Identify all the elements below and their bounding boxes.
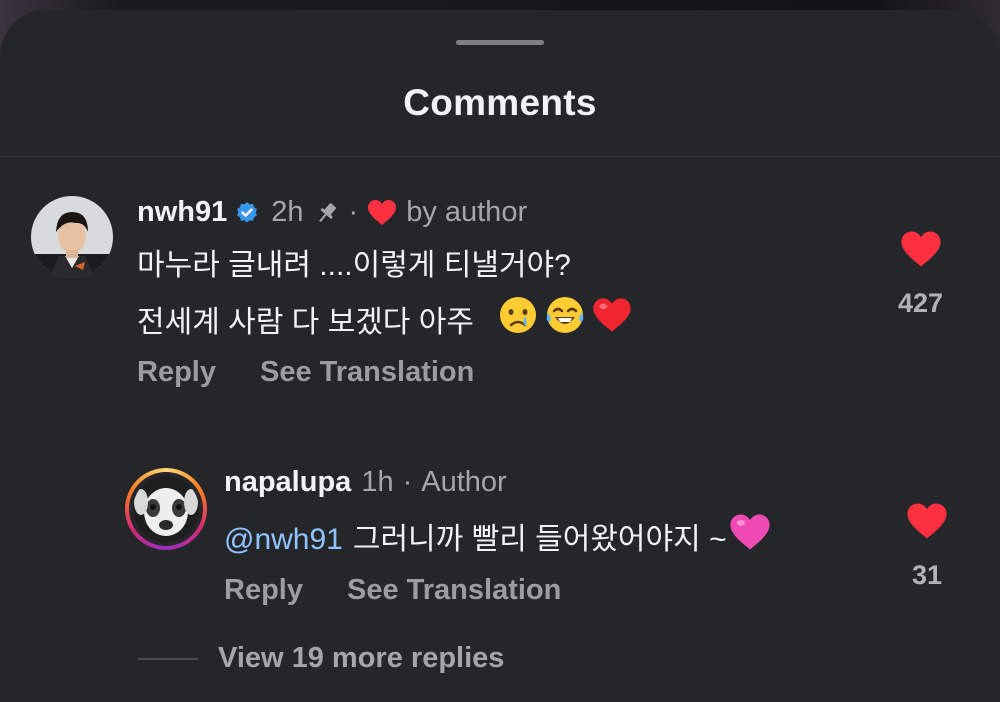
comment-actions: Reply See Translation xyxy=(137,356,474,389)
comments-sheet: Comments nwh91 2h · by author 마누라 글내려 ..… xyxy=(0,10,1000,702)
sheet-title: Comments xyxy=(403,82,597,123)
pink-heart-icon xyxy=(729,512,771,566)
view-more-replies-label[interactable]: View 19 more replies xyxy=(218,642,504,675)
sheet-grabber[interactable] xyxy=(456,40,544,45)
avatar xyxy=(133,476,199,542)
like-heart-icon[interactable] xyxy=(906,502,948,540)
reply-time: 1h xyxy=(361,466,394,498)
like-count[interactable]: 31 xyxy=(912,560,942,591)
mention-link[interactable]: @nwh91 xyxy=(224,516,343,563)
author-badge: Author xyxy=(421,466,507,498)
header-divider xyxy=(0,156,1000,157)
reply-button[interactable]: Reply xyxy=(224,574,303,607)
comment-text-line: 마누라 글내려 ....이렇게 티낼거야? xyxy=(137,249,571,282)
like-heart-icon[interactable] xyxy=(900,230,942,268)
see-translation-button[interactable]: See Translation xyxy=(347,574,561,607)
comment-time: 2h xyxy=(271,196,304,228)
reply-like-control: 31 xyxy=(906,502,948,591)
pin-icon xyxy=(314,200,340,226)
liked-by-label: by author xyxy=(406,196,528,228)
tears-of-joy-icon xyxy=(545,295,585,349)
reply-username[interactable]: napalupa xyxy=(224,466,351,499)
reply-text: @nwh91 그러니까 빨리 들어왔어야지 ~ xyxy=(224,512,771,566)
replies-indicator-line xyxy=(138,657,198,660)
reply-button[interactable]: Reply xyxy=(137,356,216,389)
comment-text-line-2: 전세계 사람 다 보겠다 아주 xyxy=(137,295,632,349)
separator-dot: · xyxy=(348,196,359,228)
reply-header: napalupa 1h · Author xyxy=(224,466,507,499)
separator-dot: · xyxy=(402,466,413,498)
comment-username[interactable]: nwh91 xyxy=(137,196,227,229)
verified-badge-icon xyxy=(235,201,259,225)
reply-actions: Reply See Translation xyxy=(224,574,561,607)
reply-text-body: 그러니까 빨리 들어왔어야지 ~ xyxy=(352,522,727,556)
comment-text: 마누라 글내려 ....이렇게 티낼거야? 전세계 사람 다 보겠다 아주 xyxy=(137,242,632,349)
avatar[interactable] xyxy=(31,196,113,278)
red-heart-icon xyxy=(592,296,632,348)
crying-face-icon xyxy=(498,295,538,349)
liked-by-author-heart-icon xyxy=(367,199,397,226)
see-translation-button[interactable]: See Translation xyxy=(260,356,474,389)
like-count[interactable]: 427 xyxy=(898,288,943,319)
comment-header: nwh91 2h · by author xyxy=(137,196,527,229)
like-control: 427 xyxy=(898,230,943,319)
avatar-ring[interactable] xyxy=(125,468,207,550)
comment-text-line: 전세계 사람 다 보겠다 아주 xyxy=(137,305,474,339)
view-more-replies[interactable]: View 19 more replies xyxy=(138,642,504,675)
